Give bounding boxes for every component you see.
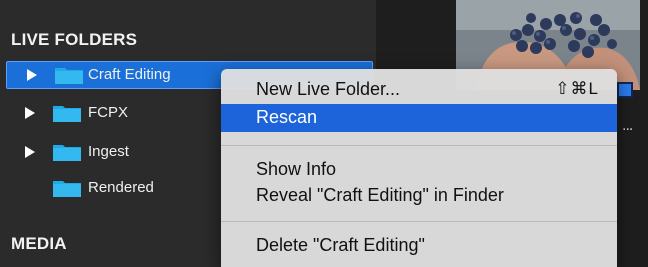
menu-item-label: Show Info — [256, 159, 337, 179]
sidebar-item-label: Craft Editing — [88, 66, 171, 83]
folder-icon — [55, 68, 83, 84]
menu-item-label: New Live Folder... — [256, 79, 401, 99]
live-folders-header: LIVE FOLDERS — [11, 30, 138, 49]
menu-item-reveal-in-finder[interactable]: Reveal "Craft Editing" in Finder — [221, 182, 617, 210]
menu-item-rescan[interactable]: Rescan — [221, 104, 617, 132]
menu-item-label: Reveal "Craft Editing" in Finder — [256, 185, 504, 205]
media-header: MEDIA — [11, 234, 67, 253]
menu-separator — [221, 145, 617, 146]
context-menu: New Live Folder... ⇧⌘L Rescan Show Info … — [221, 69, 617, 267]
sidebar-item-label: Ingest — [88, 143, 129, 160]
disclosure-triangle-icon[interactable] — [25, 146, 35, 158]
keyboard-shortcut: ⇧⌘L — [555, 79, 599, 98]
folder-icon — [53, 145, 81, 161]
menu-item-label: Delete "Craft Editing" — [256, 235, 425, 255]
menu-separator — [221, 221, 617, 222]
menu-item-delete[interactable]: Delete "Craft Editing" — [221, 232, 617, 260]
selection-badge-icon — [617, 82, 633, 98]
disclosure-triangle-icon[interactable] — [25, 107, 35, 119]
folder-icon — [53, 181, 81, 197]
menu-item-label: Rescan — [256, 107, 318, 127]
menu-item-show-info[interactable]: Show Info — [221, 156, 617, 184]
folder-icon — [53, 106, 81, 122]
sidebar-item-label: Rendered — [88, 179, 154, 196]
menu-item-new-live-folder[interactable]: New Live Folder... ⇧⌘L — [221, 76, 617, 104]
disclosure-triangle-icon[interactable] — [27, 69, 37, 81]
more-indicator: ... — [622, 117, 633, 134]
sidebar-item-label: FCPX — [88, 104, 129, 121]
